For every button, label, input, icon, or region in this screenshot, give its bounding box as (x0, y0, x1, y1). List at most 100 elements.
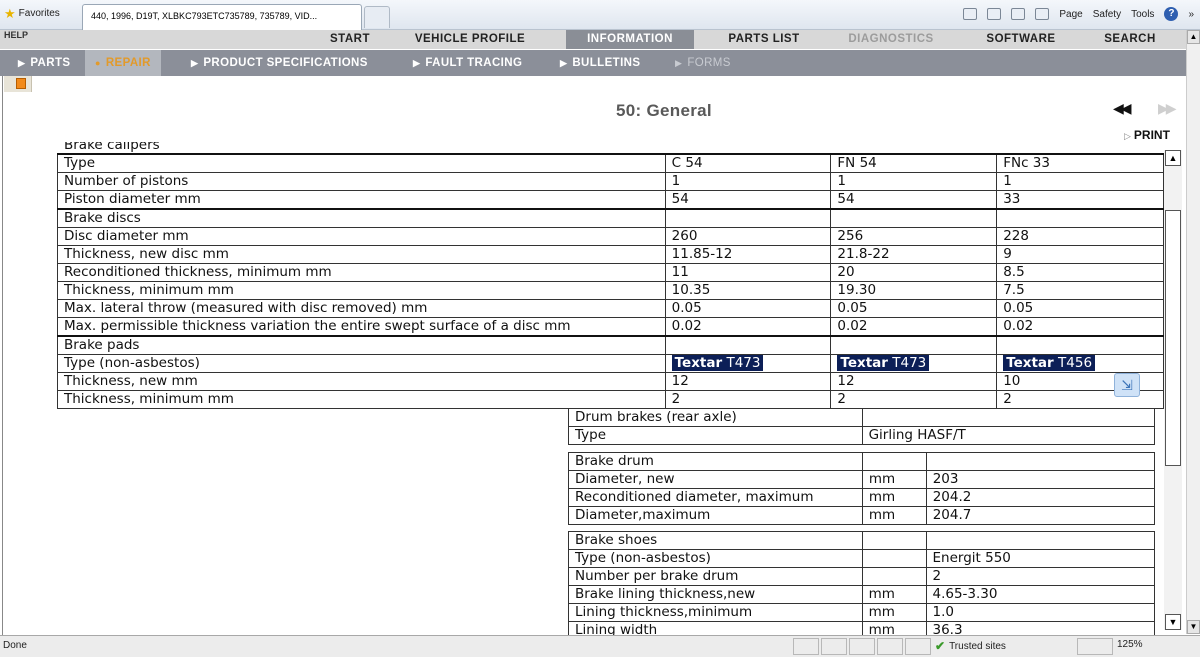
brake-specifications-table: Type C 54 FN 54 FNc 33 Number of pistons 1 1 1 P… (57, 153, 1164, 409)
subnav-repair[interactable]: ● REPAIR (85, 50, 161, 76)
table-row: Drum brakes (rear axle) (568, 408, 1156, 427)
value-cell: 256 (830, 227, 998, 246)
help-icon[interactable]: ? (1164, 7, 1179, 21)
safety-menu[interactable]: Safety (1093, 9, 1121, 20)
favorites-label: Favorites (18, 8, 60, 19)
scrollbar-thumb[interactable] (1165, 210, 1181, 466)
value-cell: 0.02 (830, 317, 998, 337)
value-cell: 11.85-12 (664, 245, 832, 264)
content-scrollbar[interactable]: ▲ ▼ (1164, 150, 1182, 630)
protected-mode-pane[interactable] (1077, 638, 1113, 655)
status-pane (905, 638, 931, 655)
row-label: Reconditioned diameter, maximum (568, 488, 863, 507)
star-icon: ★ (4, 5, 16, 21)
value-cell: 1 (996, 172, 1164, 191)
browser-tab[interactable]: 440, 1996, D19T, XLBKC793ETC735789, 7357… (82, 4, 362, 30)
table-row: Thickness, new mm 12 12 10 (57, 372, 1164, 391)
dot-icon: ● (95, 58, 101, 68)
new-tab-button[interactable] (364, 6, 390, 28)
subnav-fault-tracing[interactable]: ▶ FAULT TRACING (413, 50, 522, 76)
document-tab[interactable] (4, 76, 32, 92)
table-row: Number of pistons 1 1 1 (57, 172, 1164, 191)
checkmark-icon: ✔ (935, 639, 946, 653)
tab-parts-list[interactable]: PARTS LIST (712, 30, 816, 49)
value-cell (830, 335, 998, 355)
table-row: Brake shoes (568, 531, 1155, 550)
table-row: Disc diameter mm 260 256 228 (57, 227, 1164, 246)
value-cell: 12 (664, 372, 832, 391)
status-bar: Done ✔ Trusted sites 125% (0, 635, 1200, 657)
page-menu[interactable]: Page (1059, 9, 1082, 20)
table-row: Max. permissible thickness variation the… (57, 317, 1164, 337)
value-cell: 228 (996, 227, 1164, 246)
brake-drum-table: Brake drum Diameter, new mm 203 Reconditione… (568, 452, 1156, 525)
drum-brakes-table: Drum brakes (rear axle) Type Girling HASF/… (568, 408, 1156, 445)
tab-start[interactable]: START (318, 30, 382, 49)
print-icon[interactable] (1035, 8, 1050, 20)
value-cell: 2 (664, 390, 832, 409)
tab-search[interactable]: SEARCH (1090, 30, 1170, 49)
browser-command-bar: ★ Favorites 440, 1996, D19T, XLBKC793ETC… (0, 0, 1200, 30)
arrow-right-icon: ▶ (413, 58, 421, 68)
row-label: Brake shoes (568, 531, 863, 550)
value-cell: 33 (996, 190, 1164, 210)
row-label: Reconditioned thickness, minimum mm (57, 263, 666, 282)
subnav-bulletins-label: BULLETINS (572, 57, 641, 69)
pad-brand: Textar (674, 355, 723, 371)
value-cell: Textar T473 (830, 354, 998, 373)
favorites-button[interactable]: ★ Favorites (4, 5, 60, 21)
window-scrollbar[interactable]: ▲ ▼ (1186, 30, 1200, 634)
overflow-icon[interactable]: » (1188, 9, 1194, 20)
tab-vehicle-profile[interactable]: VEHICLE PROFILE (398, 30, 542, 49)
table-row: Type C 54 FN 54 FNc 33 (57, 153, 1164, 173)
value-cell: FNc 33 (996, 153, 1164, 173)
subnav-bulletins[interactable]: ▶ BULLETINS (560, 50, 640, 76)
row-label: Diameter,maximum (568, 506, 863, 525)
arrow-right-icon: ▶ (18, 58, 26, 68)
feeds-icon[interactable] (987, 8, 1002, 20)
pad-code: T473 (726, 355, 761, 371)
scroll-down-icon[interactable]: ▼ (1187, 620, 1200, 634)
popout-icon[interactable]: ⇲ (1114, 373, 1140, 397)
browser-tab-title: 440, 1996, D19T, XLBKC793ETC735789, 7357… (91, 11, 318, 21)
pad-brand: Textar (1006, 355, 1054, 371)
section-title-clipped: Brake calipers (64, 142, 160, 152)
value-cell: 54 (830, 190, 998, 210)
tab-information[interactable]: INFORMATION (566, 30, 694, 49)
value-cell: 20 (830, 263, 998, 282)
tools-menu[interactable]: Tools (1131, 9, 1154, 20)
value-cell: 1.0 (925, 603, 1155, 622)
table-row: Lining thickness,minimum mm 1.0 (568, 603, 1155, 622)
zoom-level[interactable]: 125% (1117, 639, 1143, 650)
row-label: Max. permissible thickness variation the… (57, 317, 666, 337)
mail-icon[interactable] (1011, 8, 1026, 20)
value-cell (996, 335, 1164, 355)
table-row: Diameter,maximum mm 204.7 (568, 506, 1156, 525)
value-cell (996, 208, 1164, 228)
home-icon[interactable] (963, 8, 978, 20)
unit-cell: mm (861, 506, 927, 525)
print-button[interactable]: ▷ PRINT (1124, 128, 1170, 142)
scroll-up-icon[interactable]: ▲ (1165, 150, 1181, 166)
value-cell (830, 208, 998, 228)
value-cell: 21.8-22 (830, 245, 998, 264)
value-cell: Girling HASF/T (861, 426, 1156, 445)
row-label: Brake lining thickness,new (568, 585, 863, 604)
value-cell: 4.65-3.30 (925, 585, 1155, 604)
previous-page-button[interactable]: ◀◀ (1113, 100, 1131, 117)
row-label: Type (568, 426, 863, 445)
table-row: Brake discs (57, 208, 1164, 228)
security-zone[interactable]: ✔ Trusted sites (935, 639, 1006, 653)
value-cell: 12 (830, 372, 998, 391)
table-row: Brake pads (57, 335, 1164, 355)
subnav-parts[interactable]: ▶ PARTS (18, 50, 70, 76)
help-label[interactable]: HELP (4, 30, 28, 40)
row-label: Brake discs (57, 208, 666, 228)
subnav-product-specifications[interactable]: ▶ PRODUCT SPECIFICATIONS (191, 50, 368, 76)
tab-software[interactable]: SOFTWARE (972, 30, 1070, 49)
scroll-down-icon[interactable]: ▼ (1165, 614, 1181, 630)
table-row: Reconditioned thickness, minimum mm 11 20 8… (57, 263, 1164, 282)
scroll-up-icon[interactable]: ▲ (1187, 30, 1200, 44)
value-cell (925, 452, 1156, 471)
value-cell: 0.02 (664, 317, 832, 337)
